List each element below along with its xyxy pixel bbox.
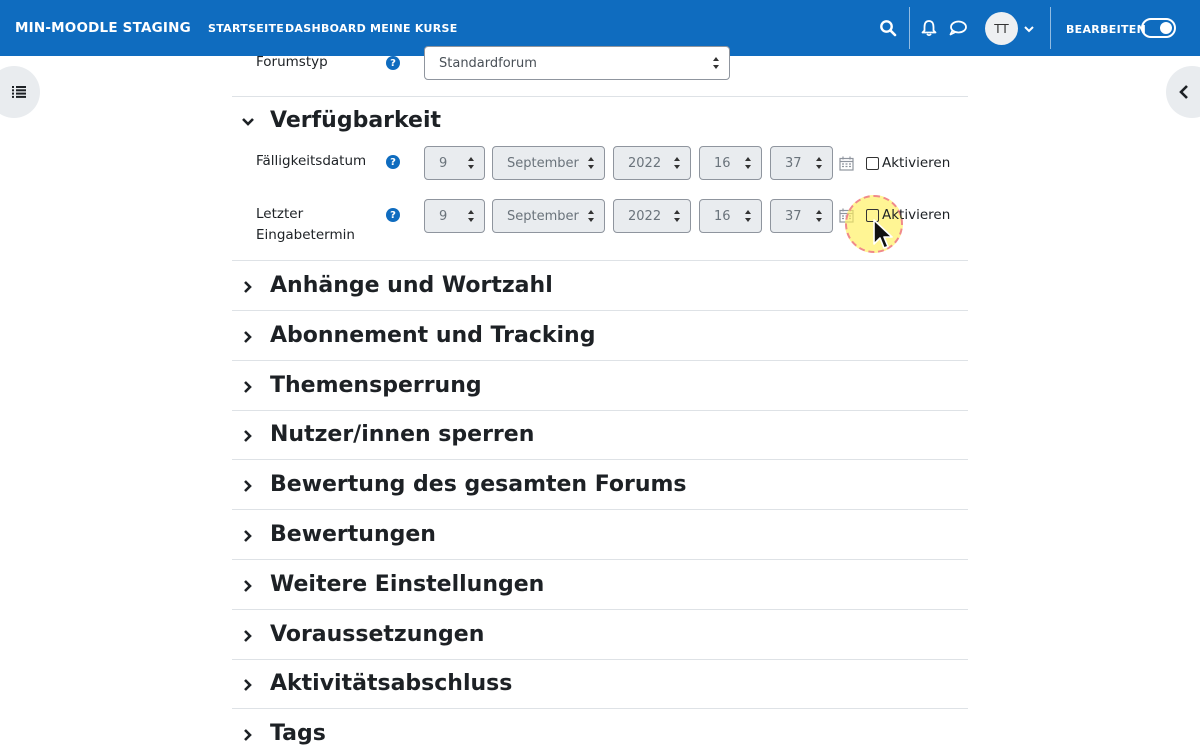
toggle-knob (1160, 22, 1172, 34)
due-day-select[interactable]: 9 (424, 146, 485, 180)
sort-arrows-icon (745, 210, 751, 222)
forum-type-label: Forumstyp (256, 54, 328, 70)
chevron-right-icon[interactable] (240, 428, 256, 444)
cutoff-year-select[interactable]: 2022 (613, 199, 691, 233)
sort-arrows-icon (713, 57, 719, 69)
due-month-select[interactable]: September (492, 146, 605, 180)
chevron-right-icon[interactable] (240, 628, 256, 644)
chevron-right-icon[interactable] (240, 478, 256, 494)
section-title[interactable]: Themensperrung (270, 372, 482, 400)
section-divider (232, 609, 968, 610)
section-divider (232, 459, 968, 460)
cutoff-date-label-line2: Eingabetermin (256, 227, 355, 243)
due-hour-select[interactable]: 16 (699, 146, 762, 180)
nav-link-startseite[interactable]: STARTSEITE (208, 22, 284, 35)
cutoff-day-select[interactable]: 9 (424, 199, 485, 233)
section-divider (232, 310, 968, 311)
due-year-select[interactable]: 2022 (613, 146, 691, 180)
section-title[interactable]: Anhänge und Wortzahl (270, 272, 553, 300)
section-divider (232, 559, 968, 560)
chevron-right-icon[interactable] (240, 727, 256, 743)
sort-arrows-icon (745, 157, 751, 169)
messages-icon[interactable] (948, 19, 968, 37)
cutoff-hour-select[interactable]: 16 (699, 199, 762, 233)
sort-arrows-icon (674, 157, 680, 169)
section-title[interactable]: Abonnement und Tracking (270, 322, 595, 350)
section-divider (232, 360, 968, 361)
help-icon[interactable]: ? (386, 155, 400, 169)
section-divider (232, 659, 968, 660)
nav-link-meine-kurse[interactable]: MEINE KURSE (370, 22, 458, 35)
edit-mode-label: BEARBEITEN (1066, 23, 1147, 36)
sort-arrows-icon (816, 157, 822, 169)
section-title[interactable]: Bewertung des gesamten Forums (270, 471, 687, 499)
mouse-cursor-icon (873, 219, 893, 249)
section-title[interactable]: Bewertungen (270, 521, 436, 549)
chevron-right-icon[interactable] (240, 528, 256, 544)
chevron-right-icon[interactable] (240, 578, 256, 594)
section-title[interactable]: Aktivitätsabschluss (270, 670, 512, 698)
section-title-verfuegbarkeit[interactable]: Verfügbarkeit (270, 107, 441, 135)
chevron-right-icon[interactable] (240, 279, 256, 295)
help-icon[interactable]: ? (386, 56, 400, 70)
section-divider (232, 509, 968, 510)
section-divider (232, 260, 968, 261)
due-date-label: Fälligkeitsdatum (256, 153, 367, 169)
sort-arrows-icon (816, 210, 822, 222)
due-date-enable-label[interactable]: Aktivieren (882, 154, 950, 172)
section-title[interactable]: Weitere Einstellungen (270, 571, 544, 599)
due-minute-select[interactable]: 37 (770, 146, 833, 180)
chevron-right-icon[interactable] (240, 329, 256, 345)
cutoff-date-label-line1: Letzter (256, 206, 304, 222)
forum-type-select[interactable]: Standardforum (424, 46, 730, 80)
list-icon (12, 86, 26, 98)
chevron-down-icon[interactable] (1023, 24, 1035, 34)
chevron-right-icon[interactable] (240, 677, 256, 693)
nav-divider (909, 7, 910, 49)
sort-arrows-icon (588, 210, 594, 222)
sort-arrows-icon (468, 157, 474, 169)
cutoff-month-select[interactable]: September (492, 199, 605, 233)
search-icon[interactable] (879, 19, 897, 37)
nav-divider (1050, 7, 1051, 49)
notification-bell-icon[interactable] (920, 19, 938, 37)
section-title[interactable]: Tags (270, 720, 326, 748)
user-avatar[interactable]: TT (985, 12, 1018, 45)
forum-type-value: Standardforum (439, 55, 537, 71)
section-title[interactable]: Nutzer/innen sperren (270, 421, 534, 449)
section-divider (232, 96, 968, 97)
sort-arrows-icon (588, 157, 594, 169)
calendar-icon[interactable] (839, 156, 854, 171)
chevron-right-icon[interactable] (240, 379, 256, 395)
course-index-toggle[interactable] (0, 66, 40, 118)
edit-mode-toggle[interactable] (1141, 18, 1176, 38)
sort-arrows-icon (468, 210, 474, 222)
section-divider (232, 410, 968, 411)
section-title[interactable]: Voraussetzungen (270, 621, 484, 649)
chevron-left-icon (1179, 85, 1188, 99)
due-date-enable-checkbox[interactable] (866, 157, 879, 170)
sort-arrows-icon (674, 210, 680, 222)
site-brand[interactable]: MIN-MOODLE STAGING (15, 20, 191, 36)
chevron-down-icon[interactable] (240, 114, 256, 130)
help-icon[interactable]: ? (386, 208, 400, 222)
nav-link-dashboard[interactable]: DASHBOARD (285, 22, 366, 35)
block-drawer-toggle[interactable] (1166, 66, 1200, 118)
cutoff-minute-select[interactable]: 37 (770, 199, 833, 233)
section-divider (232, 708, 968, 709)
avatar-initials: TT (994, 21, 1009, 36)
